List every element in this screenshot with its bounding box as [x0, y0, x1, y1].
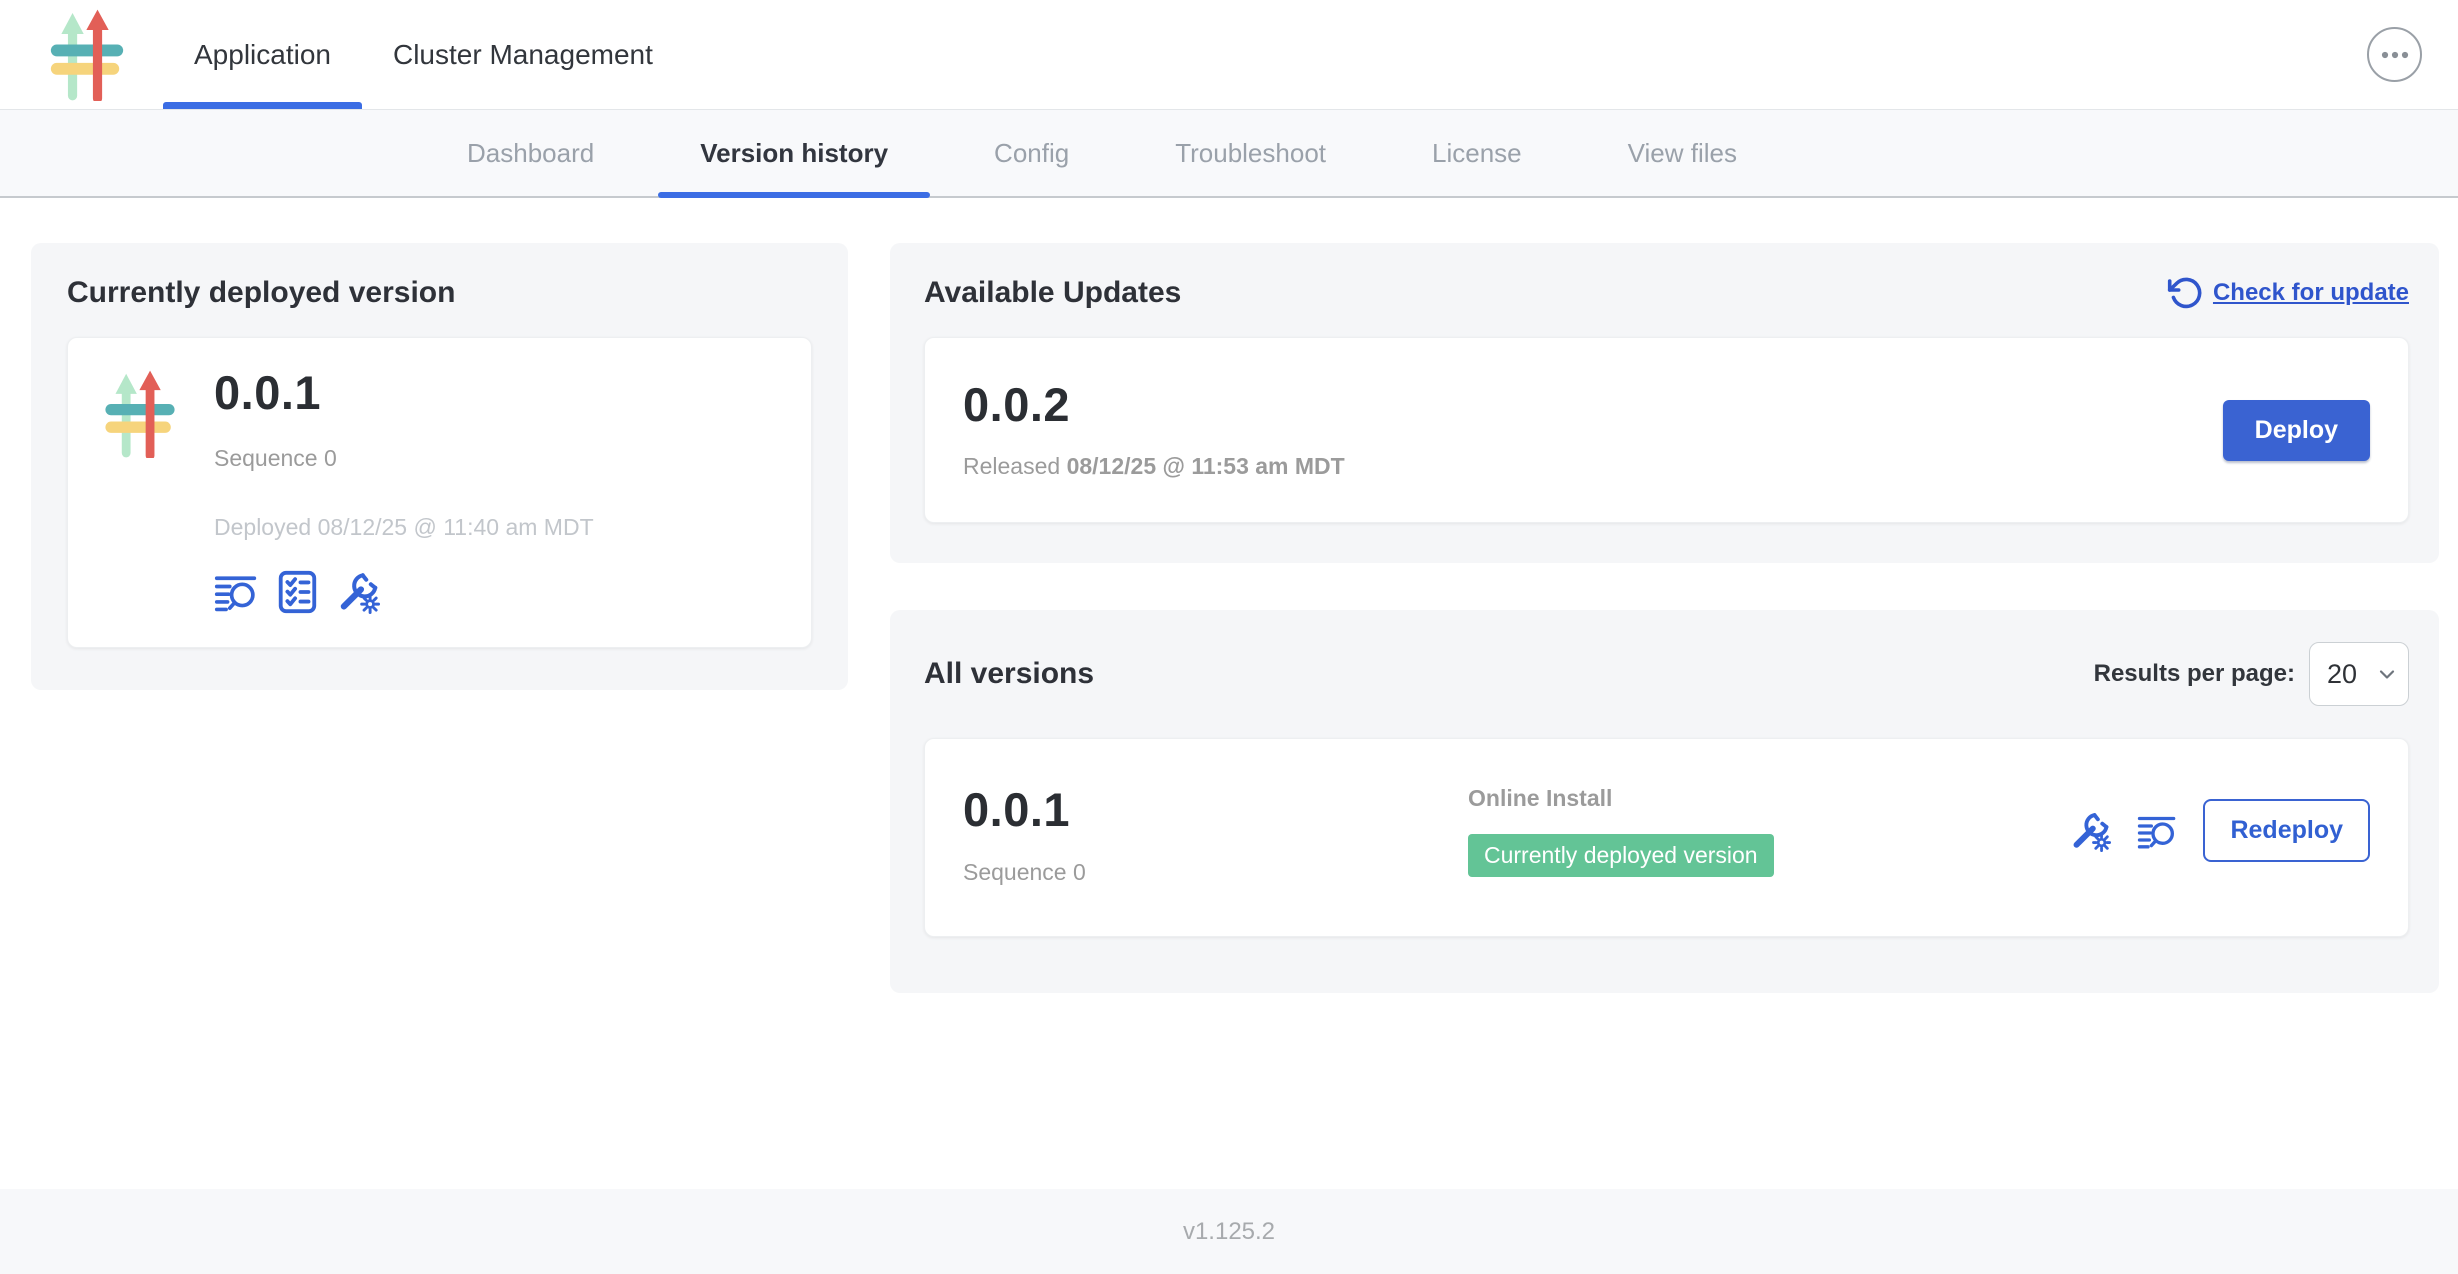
app-sub-navigation: Dashboard Version history Config Trouble…	[0, 110, 2458, 198]
top-navigation-bar: Application Cluster Management	[0, 0, 2458, 110]
redeploy-button[interactable]: Redeploy	[2203, 799, 2370, 862]
right-column: Available Updates Check for update 0.0.2…	[890, 243, 2439, 993]
subtab-version-history[interactable]: Version history	[658, 110, 930, 196]
deployed-version-number: 0.0.1	[214, 368, 594, 417]
deployed-timestamp: Deployed 08/12/25 @ 11:40 am MDT	[214, 514, 594, 541]
row-sequence: Sequence 0	[963, 859, 1468, 886]
released-datetime: 08/12/25 @ 11:53 am MDT	[1067, 453, 1345, 479]
version-row-status: Online Install Currently deployed versio…	[1468, 785, 1774, 877]
version-row-info: 0.0.1 Sequence 0	[963, 785, 1468, 885]
overflow-menu-button[interactable]	[2367, 27, 2422, 82]
check-for-update-label: Check for update	[2213, 279, 2409, 307]
update-info: 0.0.2 Released 08/12/25 @ 11:53 am MDT	[963, 380, 1345, 480]
currently-deployed-title: Currently deployed version	[67, 275, 812, 311]
subtab-view-files[interactable]: View files	[1586, 110, 1779, 196]
available-updates-card: Available Updates Check for update 0.0.2…	[890, 243, 2439, 563]
check-for-update-link[interactable]: Check for update	[2167, 275, 2409, 311]
install-type-label: Online Install	[1468, 785, 1612, 812]
all-versions-title: All versions	[924, 656, 1094, 692]
ellipsis-icon	[2371, 41, 2419, 69]
row-version-number: 0.0.1	[963, 785, 1468, 834]
edit-config-icon[interactable]	[336, 570, 380, 614]
main-content: Currently deployed version 0.0.1 Sequenc…	[0, 198, 2458, 1189]
currently-deployed-badge: Currently deployed version	[1468, 834, 1774, 877]
results-per-page-label: Results per page:	[2094, 660, 2295, 688]
currently-deployed-card: Currently deployed version 0.0.1 Sequenc…	[31, 243, 848, 690]
tab-cluster-management[interactable]: Cluster Management	[362, 0, 684, 109]
app-logo-icon	[102, 370, 178, 458]
subtab-troubleshoot[interactable]: Troubleshoot	[1133, 110, 1368, 196]
subtab-license[interactable]: License	[1390, 110, 1564, 196]
released-prefix: Released	[963, 453, 1067, 479]
admin-console-version: v1.125.2	[1183, 1218, 1275, 1246]
deployed-sequence: Sequence 0	[214, 445, 594, 472]
available-updates-title: Available Updates	[924, 275, 1181, 311]
deploy-logs-icon[interactable]	[2137, 811, 2177, 851]
update-released-timestamp: Released 08/12/25 @ 11:53 am MDT	[963, 453, 1345, 480]
version-row: 0.0.1 Sequence 0 Online Install Currentl…	[924, 738, 2409, 936]
footer: v1.125.2	[0, 1189, 2458, 1274]
tab-application[interactable]: Application	[163, 0, 362, 109]
edit-config-icon[interactable]	[2069, 810, 2111, 852]
preflight-checks-icon[interactable]	[274, 569, 320, 615]
results-per-page-select[interactable]: 20	[2309, 642, 2409, 706]
results-per-page: Results per page: 20	[2094, 642, 2409, 706]
deployed-version-detail: 0.0.1 Sequence 0 Deployed 08/12/25 @ 11:…	[67, 337, 812, 648]
deployed-version-info: 0.0.1 Sequence 0 Deployed 08/12/25 @ 11:…	[214, 368, 594, 615]
all-versions-card: All versions Results per page: 20 0.0.1 …	[890, 610, 2439, 992]
version-row-actions: Redeploy	[2069, 799, 2370, 862]
subtab-dashboard[interactable]: Dashboard	[425, 110, 636, 196]
top-tabs: Application Cluster Management	[163, 0, 684, 109]
update-row: 0.0.2 Released 08/12/25 @ 11:53 am MDT D…	[924, 337, 2409, 523]
deploy-logs-icon[interactable]	[214, 570, 258, 614]
deployed-version-actions	[214, 569, 594, 615]
refresh-icon	[2167, 275, 2203, 311]
update-version-number: 0.0.2	[963, 380, 1345, 429]
deploy-button[interactable]: Deploy	[2223, 400, 2370, 461]
app-logo-icon	[47, 9, 127, 101]
subtab-config[interactable]: Config	[952, 110, 1111, 196]
